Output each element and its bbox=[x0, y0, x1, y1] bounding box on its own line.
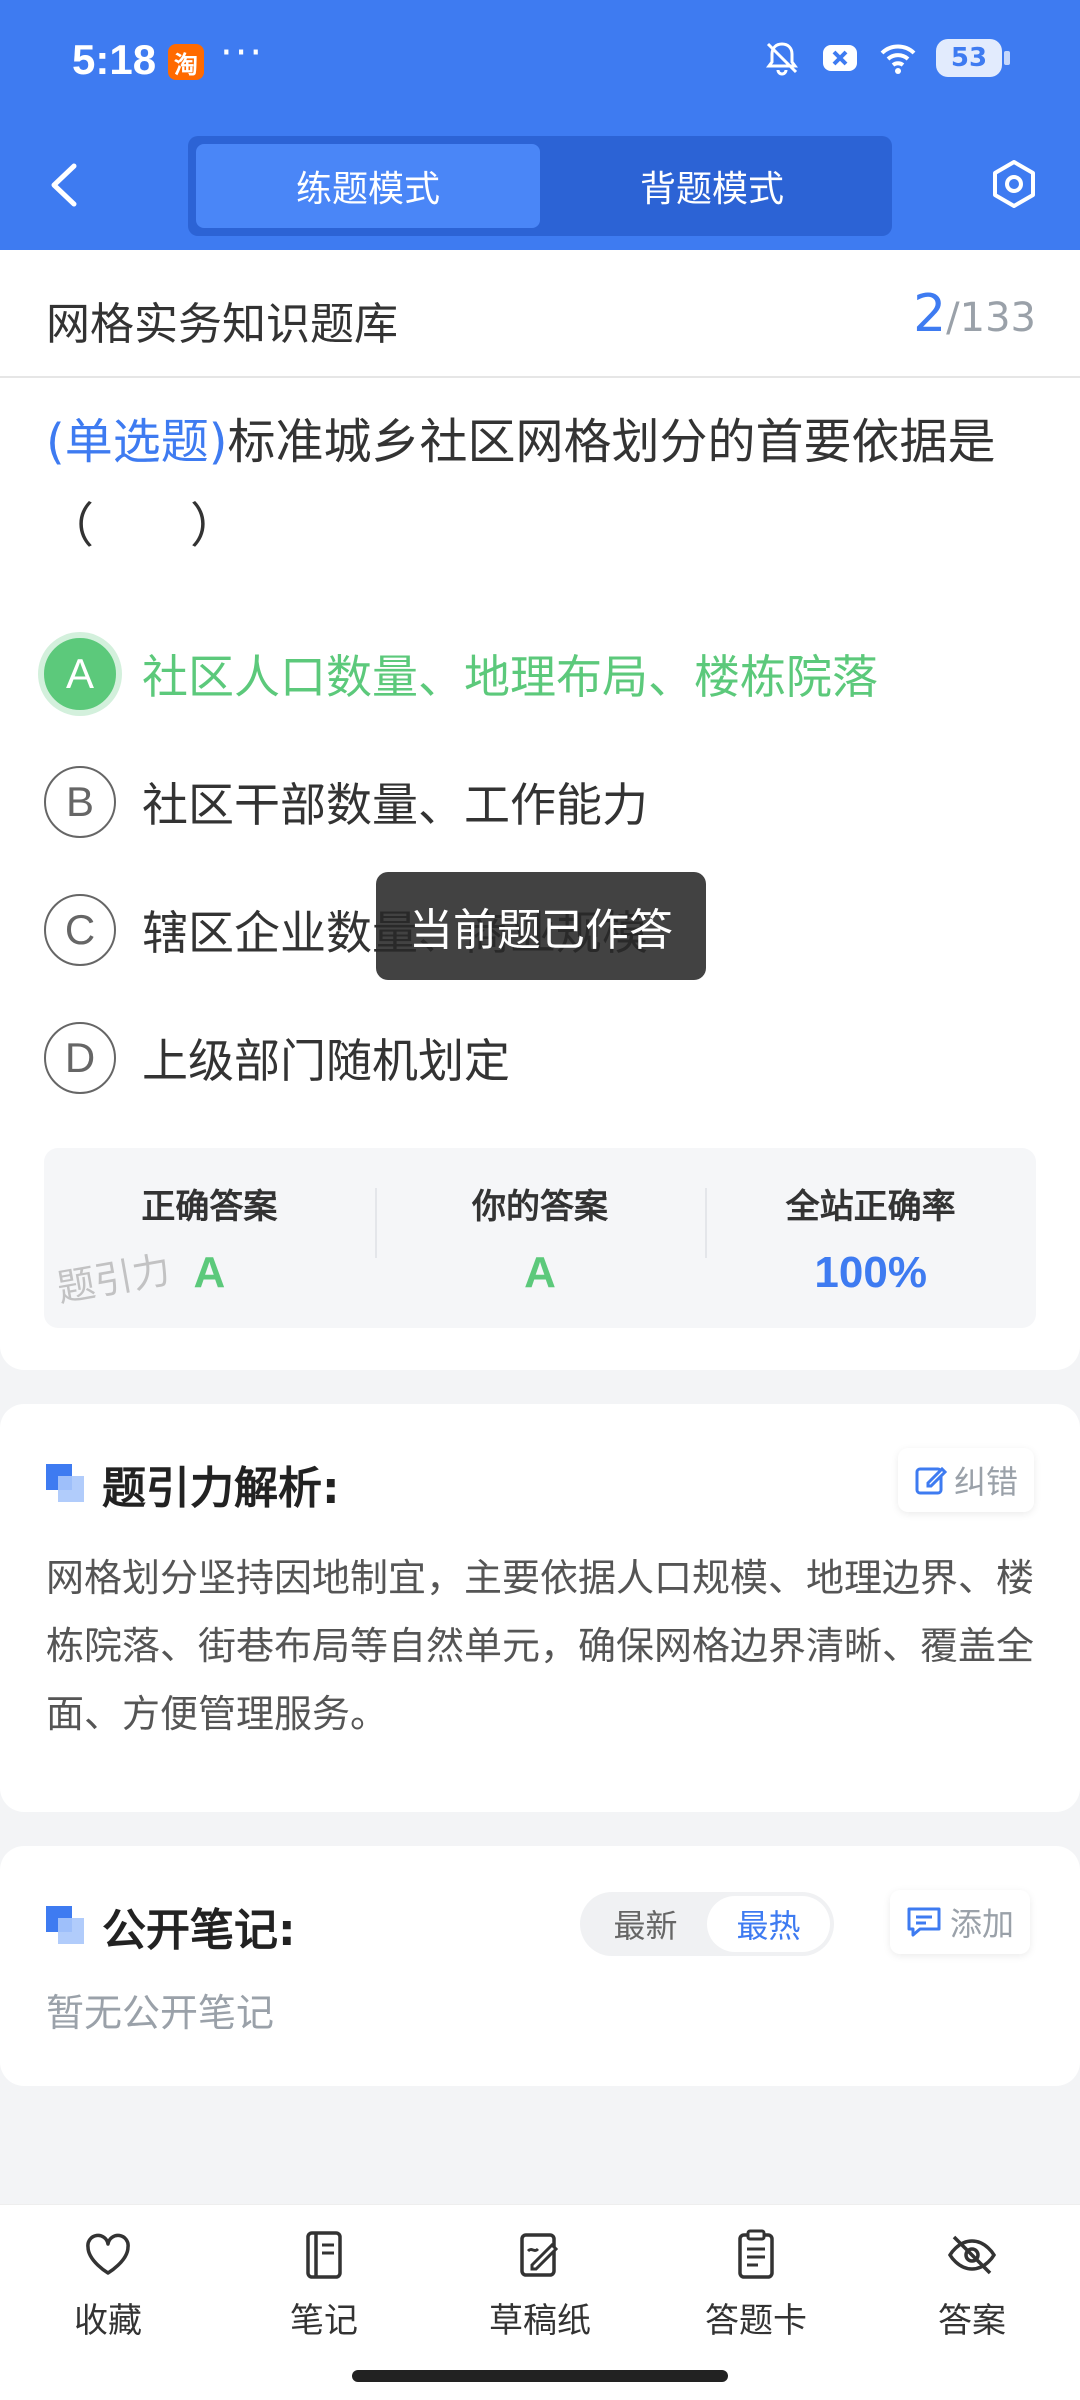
analysis-title-text: 题引力解析: bbox=[102, 1463, 340, 1514]
options-list: A 社区人口数量、地理布局、楼栋院落 B 社区干部数量、工作能力 C 辖区企业数… bbox=[44, 610, 1044, 1122]
watermark: 题引力 bbox=[53, 1247, 174, 1311]
accuracy-rate-col: 全站正确率 100% bbox=[705, 1148, 1036, 1328]
report-error-button[interactable]: 纠错 bbox=[898, 1448, 1035, 1512]
option-text: 上级部门随机划定 bbox=[142, 1034, 510, 1088]
question-bank-title: 网格实务知识题库 bbox=[46, 299, 398, 350]
correct-answer-col: 正确答案 A 题引力 bbox=[44, 1148, 375, 1328]
comment-icon bbox=[907, 1907, 941, 1937]
eye-off-icon bbox=[947, 2235, 997, 2275]
option-letter: D bbox=[44, 1022, 116, 1094]
notebook-icon bbox=[306, 2231, 342, 2279]
favorite-label: 收藏 bbox=[74, 2301, 142, 2341]
total-questions: /133 bbox=[946, 295, 1036, 341]
tab-practice-mode[interactable]: 练题模式 bbox=[196, 144, 540, 228]
answer-card-label: 答题卡 bbox=[705, 2301, 807, 2341]
section-squares-icon bbox=[46, 1464, 86, 1504]
draft-paper-label: 草稿纸 bbox=[489, 2301, 591, 2341]
add-note-button[interactable]: 添加 bbox=[890, 1890, 1031, 1954]
analysis-text: 网格划分坚持因地制宜，主要依据人口规模、地理边界、楼栋院落、街巷布局等自然单元，… bbox=[46, 1556, 1035, 1736]
option-a[interactable]: A 社区人口数量、地理布局、楼栋院落 bbox=[44, 610, 1044, 738]
battery-indicator: 53 bbox=[936, 39, 1010, 77]
taobao-app-icon: 淘 bbox=[168, 44, 204, 80]
option-letter: B bbox=[44, 766, 116, 838]
draft-icon bbox=[520, 2233, 559, 2277]
question-type: (单选题) bbox=[46, 414, 228, 470]
bank-row: 网格实务知识题库 2/133 bbox=[0, 250, 1080, 378]
report-error-label: 纠错 bbox=[954, 1463, 1019, 1501]
close-box-icon bbox=[823, 45, 857, 71]
home-indicator[interactable] bbox=[352, 2370, 728, 2382]
your-answer-value: A bbox=[524, 1247, 556, 1297]
current-question-number: 2 bbox=[913, 284, 947, 344]
option-letter: A bbox=[44, 638, 116, 710]
question-card: 网格实务知识题库 2/133 (单选题)标准城乡社区网格划分的首要依据是（ ） … bbox=[0, 250, 1080, 1370]
section-squares-icon bbox=[46, 1906, 86, 1946]
analysis-card: 题引力解析: 纠错 网格划分坚持因地制宜，主要依据人口规模、地理边界、楼栋院落、… bbox=[0, 1404, 1080, 1812]
no-notes-text: 暂无公开笔记 bbox=[46, 1991, 275, 2035]
answer-summary: 正确答案 A 题引力 你的答案 A 全站正确率 100% bbox=[44, 1148, 1036, 1328]
settings-icon[interactable] bbox=[988, 158, 1040, 210]
edit-icon bbox=[915, 1466, 948, 1495]
more-notifications-icon: ··· bbox=[220, 30, 265, 76]
mode-switch: 练题模式 背题模式 bbox=[188, 136, 892, 236]
sort-hot[interactable]: 最热 bbox=[707, 1896, 830, 1952]
sort-latest[interactable]: 最新 bbox=[584, 1896, 707, 1952]
accuracy-rate-value: 100% bbox=[814, 1247, 927, 1297]
status-time: 5:18 bbox=[72, 36, 157, 83]
favorite-button[interactable]: 收藏 bbox=[0, 2205, 216, 2400]
answered-toast: 当前题已作答 bbox=[376, 872, 706, 980]
app-header: 5:18 淘 ··· 53 练题模式 背题模式 bbox=[0, 0, 1080, 250]
wifi-icon bbox=[880, 44, 916, 74]
option-b[interactable]: B 社区干部数量、工作能力 bbox=[44, 738, 1044, 866]
notes-card: 公开笔记: 最新 最热 添加 暂无公开笔记 bbox=[0, 1846, 1080, 2086]
question-text: (单选题)标准城乡社区网格划分的首要依据是（ ） bbox=[46, 400, 1046, 568]
question-progress: 2/133 bbox=[913, 284, 1036, 344]
tab-memorize-mode[interactable]: 背题模式 bbox=[540, 144, 884, 228]
option-letter: C bbox=[44, 894, 116, 966]
correct-answer-value: A bbox=[193, 1247, 226, 1297]
notes-label: 笔记 bbox=[290, 2301, 358, 2341]
correct-answer-label: 正确答案 bbox=[141, 1186, 278, 1227]
add-note-label: 添加 bbox=[950, 1905, 1015, 1943]
answer-card-icon bbox=[738, 2229, 774, 2279]
status-icons: 53 bbox=[762, 38, 1010, 78]
your-answer-label: 你的答案 bbox=[472, 1186, 608, 1227]
status-bar: 5:18 淘 ··· 53 bbox=[0, 0, 1080, 124]
notes-sort-toggle: 最新 最热 bbox=[580, 1892, 834, 1956]
option-text: 社区干部数量、工作能力 bbox=[142, 778, 648, 832]
option-d[interactable]: D 上级部门随机划定 bbox=[44, 994, 1044, 1122]
accuracy-rate-label: 全站正确率 bbox=[785, 1186, 956, 1227]
bell-off-icon bbox=[766, 42, 798, 76]
show-answer-label: 答案 bbox=[938, 2301, 1006, 2341]
option-text: 社区人口数量、地理布局、楼栋院落 bbox=[142, 650, 878, 704]
notes-title-text: 公开笔记: bbox=[102, 1905, 296, 1956]
heart-icon bbox=[86, 2233, 130, 2275]
back-arrow-icon[interactable] bbox=[44, 160, 84, 210]
analysis-title: 题引力解析: bbox=[46, 1452, 340, 1516]
notes-title: 公开笔记: bbox=[46, 1894, 296, 1958]
your-answer-col: 你的答案 A bbox=[374, 1148, 706, 1328]
show-answer-button[interactable]: 答案 bbox=[864, 2205, 1080, 2400]
